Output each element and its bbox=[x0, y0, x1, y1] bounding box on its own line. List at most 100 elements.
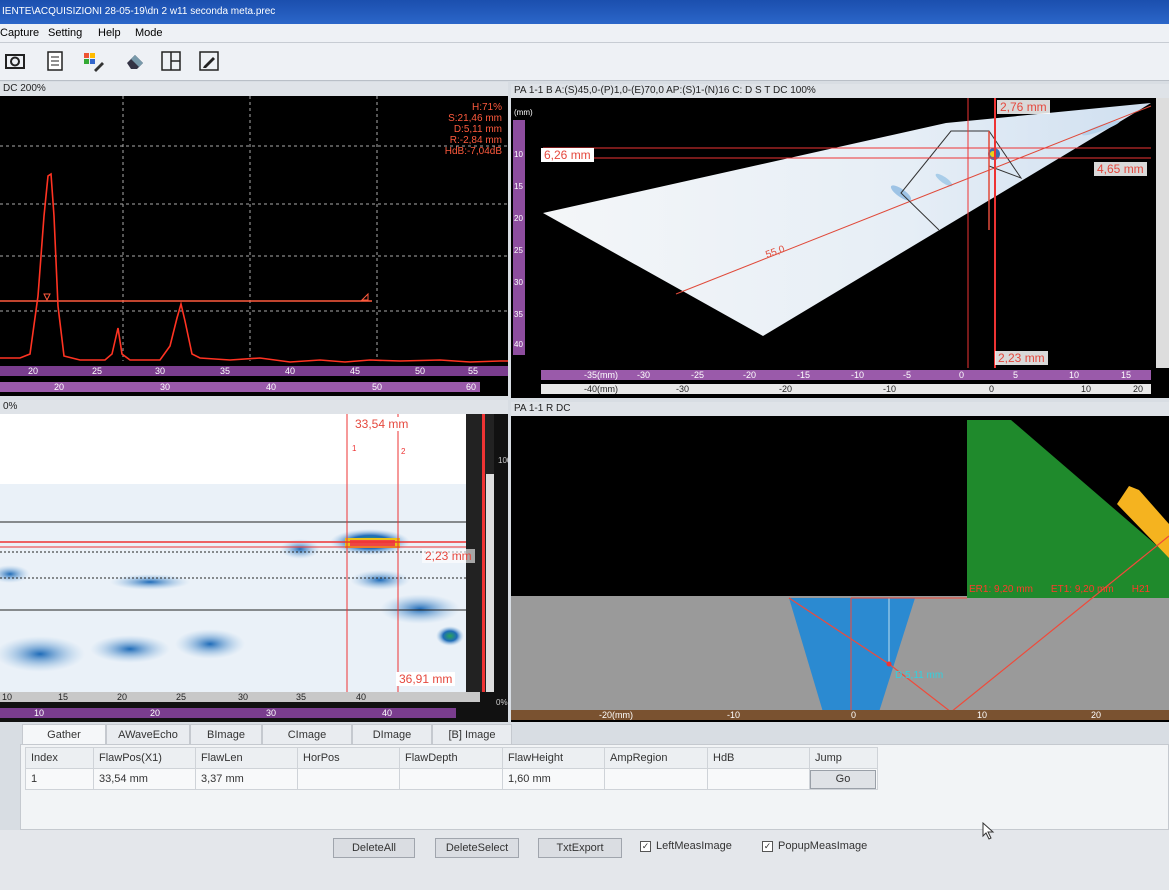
col-flawlen[interactable]: FlawLen bbox=[195, 747, 298, 769]
col-flawheight[interactable]: FlawHeight bbox=[502, 747, 605, 769]
palette-icon[interactable] bbox=[80, 49, 106, 73]
tick: 0 bbox=[989, 384, 995, 394]
edit-icon[interactable] bbox=[196, 49, 222, 73]
tick: 30 bbox=[266, 708, 277, 718]
tick: 40 bbox=[285, 366, 296, 376]
tick: 20 bbox=[54, 382, 65, 392]
result-tabs: Gather AWaveEcho BImage CImage DImage [B… bbox=[22, 724, 522, 744]
cell-hdb bbox=[707, 768, 810, 790]
sscan-label-left: 6,26 mm bbox=[541, 148, 594, 162]
sscan-ruler-2[interactable]: -40(mm) -30 -20 -10 0 10 20 bbox=[541, 384, 1151, 394]
tick: 20 bbox=[28, 366, 39, 376]
tick: 30 bbox=[160, 382, 171, 392]
delete-select-button[interactable]: DeleteSelect bbox=[435, 838, 519, 858]
menu-bar: Capture Setting Help Mode bbox=[0, 24, 1169, 43]
table-row[interactable]: 1 33,54 mm 3,37 mm 1,60 mm Go bbox=[25, 768, 878, 790]
tick: -30 bbox=[676, 384, 690, 394]
tick: -25 bbox=[691, 370, 705, 380]
tick: 30 bbox=[155, 366, 166, 376]
checkbox-check-icon[interactable]: ✓ bbox=[640, 840, 651, 852]
rview-header: PA 1-1 R DC bbox=[511, 402, 1169, 416]
col-ampregion[interactable]: AmpRegion bbox=[604, 747, 708, 769]
col-jump[interactable]: Jump bbox=[809, 747, 878, 769]
tab-awaveecho[interactable]: AWaveEcho bbox=[106, 724, 190, 744]
flaw-table: Index FlawPos(X1) FlawLen HorPos FlawDep… bbox=[25, 747, 878, 790]
cursor-mark-1: 1 bbox=[352, 444, 357, 453]
readout-r: R:-2,84 mm bbox=[449, 135, 502, 146]
app-window: IENTE\ACQUISIZIONI 28-05-19\dn 2 w11 sec… bbox=[0, 0, 1169, 890]
tick: -5 bbox=[903, 370, 912, 380]
txt-export-button[interactable]: TxtExport bbox=[538, 838, 622, 858]
tick: -20 bbox=[743, 370, 757, 380]
cscan-panel[interactable]: 33,54 mm 1 2 2,23 mm 36,91 mm 100% 0% 10… bbox=[0, 414, 508, 722]
report-icon[interactable] bbox=[42, 49, 68, 73]
scale-max: 100% bbox=[498, 456, 508, 465]
ascan-ruler[interactable]: 20 25 30 35 40 45 50 55 bbox=[0, 366, 508, 376]
flaw-table-area: Index FlawPos(X1) FlawLen HorPos FlawDep… bbox=[20, 744, 1169, 830]
col-hdb[interactable]: HdB bbox=[707, 747, 810, 769]
menu-help[interactable]: Help bbox=[98, 27, 121, 39]
tab-bimage[interactable]: BImage bbox=[190, 724, 262, 744]
go-button[interactable]: Go bbox=[810, 769, 876, 789]
tick: 25 bbox=[176, 692, 187, 702]
sscan-panel[interactable]: (mm) 10 15 20 25 30 35 40 55,0 2,76 mm 6… bbox=[511, 98, 1169, 398]
ascan-panel[interactable]: H:71% S:21,46 mm D:5,11 mm R:-2,84 mm Hd… bbox=[0, 96, 508, 396]
tick: 35 bbox=[296, 692, 307, 702]
cscan-ruler-2[interactable]: 10 20 30 40 bbox=[0, 708, 456, 718]
tick: -10 bbox=[883, 384, 897, 394]
tick: 10 bbox=[1081, 384, 1092, 394]
ruler-unit: -20(mm) bbox=[599, 710, 633, 720]
tick: 25 bbox=[92, 366, 103, 376]
toolbar bbox=[0, 43, 1169, 81]
tick: 0 bbox=[851, 710, 857, 720]
rview-panel[interactable]: ER1: 9,20 mm ET1: 9,20 mm H21 D:5,11 mm … bbox=[511, 416, 1169, 722]
sscan-label-bottom: 2,23 mm bbox=[995, 351, 1048, 365]
readout-et1: ET1: 9,20 mm bbox=[1050, 584, 1114, 595]
tab-b-image[interactable]: [B] Image bbox=[432, 724, 512, 744]
tick: 10 bbox=[1069, 370, 1080, 380]
sscan-ruler[interactable]: -35(mm) -30 -25 -20 -15 -10 -5 0 5 10 15 bbox=[541, 370, 1151, 380]
menu-setting[interactable]: Setting bbox=[48, 27, 82, 39]
tick: 10 bbox=[977, 710, 988, 720]
col-index[interactable]: Index bbox=[25, 747, 94, 769]
sscan-label-top: 2,76 mm bbox=[997, 100, 1050, 114]
bottom-bar: DeleteAll DeleteSelect TxtExport ✓ LeftM… bbox=[0, 822, 1169, 890]
col-flawpos[interactable]: FlawPos(X1) bbox=[93, 747, 196, 769]
ascan-ruler-2[interactable]: 20 30 40 50 60 bbox=[0, 382, 480, 392]
title-bar: IENTE\ACQUISIZIONI 28-05-19\dn 2 w11 sec… bbox=[0, 0, 1169, 24]
tick: 55 bbox=[468, 366, 479, 376]
left-meas-image-checkbox[interactable]: ✓ LeftMeasImage bbox=[640, 840, 732, 852]
layout-icon[interactable] bbox=[158, 49, 184, 73]
tick: 50 bbox=[415, 366, 426, 376]
delete-all-button[interactable]: DeleteAll bbox=[333, 838, 415, 858]
col-flawdepth[interactable]: FlawDepth bbox=[399, 747, 503, 769]
cell-flawdepth bbox=[399, 768, 503, 790]
tab-gather[interactable]: Gather bbox=[22, 724, 106, 744]
menu-capture[interactable]: Capture bbox=[0, 27, 39, 39]
rview-beam-label: D:5,11 mm bbox=[895, 670, 944, 681]
tab-dimage[interactable]: DImage bbox=[352, 724, 432, 744]
tick: 0 bbox=[959, 370, 965, 380]
camera-icon[interactable] bbox=[2, 49, 28, 73]
checkbox-check-icon[interactable]: ✓ bbox=[762, 840, 773, 852]
readout-h21: H21 bbox=[1131, 584, 1151, 595]
ruler-unit: -35(mm) bbox=[584, 370, 618, 380]
cell-horpos bbox=[297, 768, 400, 790]
tick: 20 bbox=[117, 692, 128, 702]
tab-cimage[interactable]: CImage bbox=[262, 724, 352, 744]
eraser-icon[interactable] bbox=[122, 49, 148, 73]
cscan-header: 0% bbox=[0, 400, 508, 414]
mouse-cursor-icon bbox=[982, 822, 995, 840]
tick: 15 bbox=[1121, 370, 1132, 380]
cscan-ruler[interactable]: 10 15 20 25 30 35 40 bbox=[0, 692, 480, 702]
ascan-header: DC 200% bbox=[0, 82, 508, 96]
menu-mode[interactable]: Mode bbox=[135, 27, 163, 39]
cell-flawpos: 33,54 mm bbox=[93, 768, 196, 790]
readout-h: H:71% bbox=[471, 102, 502, 113]
col-horpos[interactable]: HorPos bbox=[297, 747, 400, 769]
cell-index: 1 bbox=[25, 768, 94, 790]
rview-ruler[interactable]: -20(mm) -10 0 10 20 bbox=[511, 710, 1169, 720]
tick: -30 bbox=[637, 370, 651, 380]
popup-meas-image-checkbox[interactable]: ✓ PopupMeasImage bbox=[762, 840, 867, 852]
tick: 35 bbox=[220, 366, 231, 376]
